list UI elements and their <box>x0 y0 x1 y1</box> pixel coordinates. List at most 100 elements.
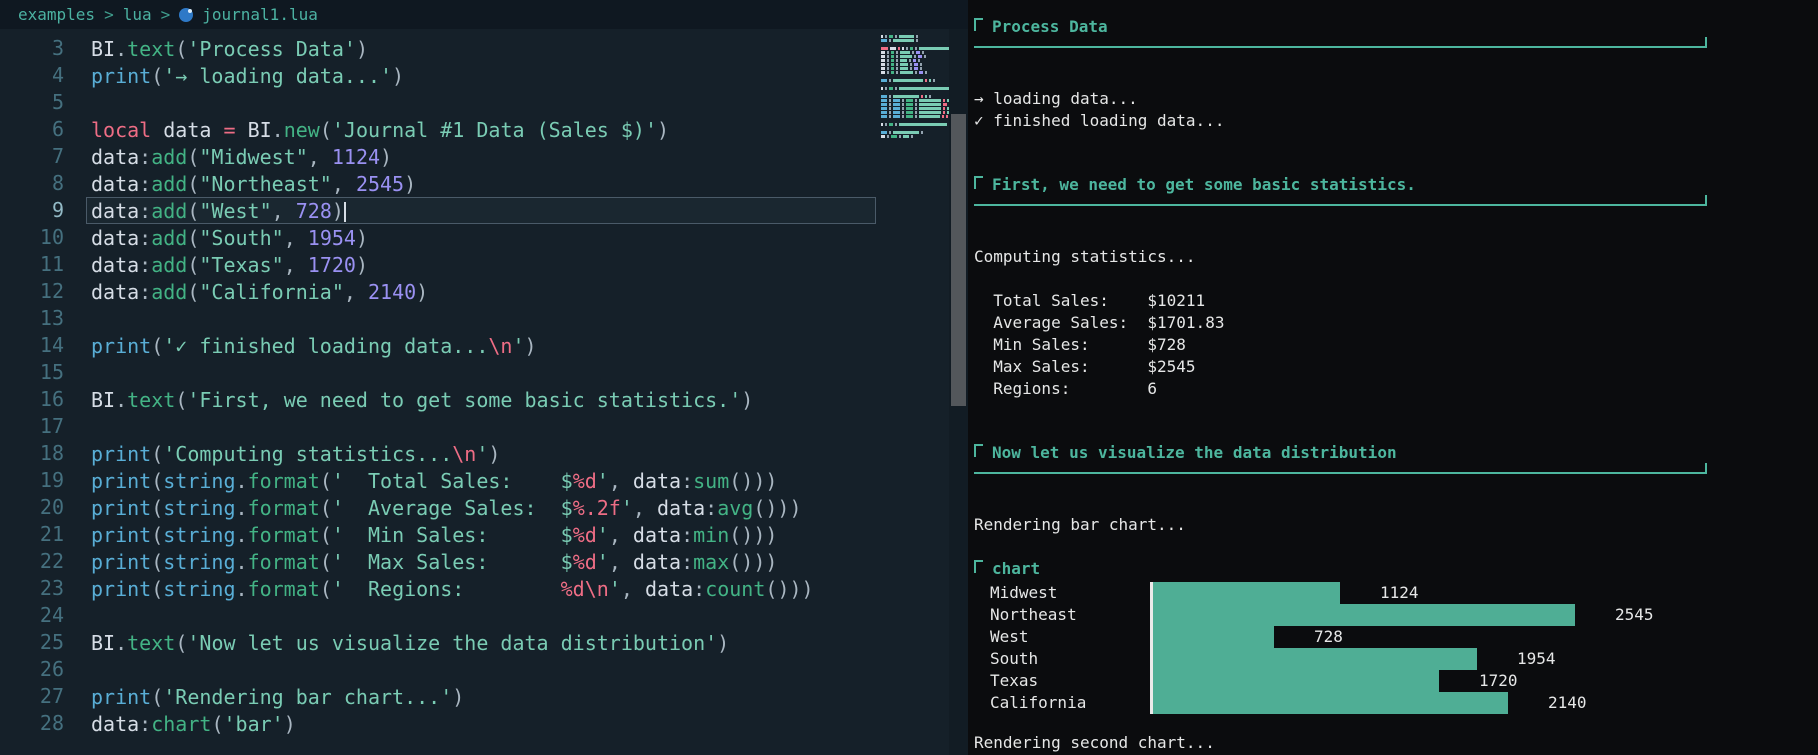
code-line[interactable]: 19 print(string.format(' Total Sales: $%d… <box>0 467 876 494</box>
code-token: ) <box>331 199 344 223</box>
code-token: data <box>91 280 140 304</box>
code-token: , <box>271 199 296 223</box>
code-line[interactable]: 6 local data = BI.new('Journal #1 Data (S… <box>0 116 876 143</box>
line-number[interactable]: 18 <box>0 440 64 467</box>
line-number[interactable]: 16 <box>0 386 64 413</box>
code-token: 'Computing statistics... <box>163 442 453 466</box>
code-token: "Texas" <box>199 253 284 277</box>
code-token: ( <box>151 577 164 601</box>
line-number[interactable]: 14 <box>0 332 64 359</box>
line-number[interactable]: 25 <box>0 629 64 656</box>
line-number[interactable]: 27 <box>0 683 64 710</box>
minimap-token <box>899 134 901 138</box>
code-line[interactable]: 21 print(string.format(' Min Sales: $%d',… <box>0 521 876 548</box>
code-token: ( <box>151 523 164 547</box>
code-line[interactable]: 25 BI.text('Now let us visualize the data… <box>0 629 876 656</box>
line-number[interactable]: 19 <box>0 467 64 494</box>
code-token: ) <box>656 118 670 142</box>
code-token: ( <box>151 685 164 709</box>
code-token: : <box>139 145 152 169</box>
scrollbar-thumb[interactable] <box>951 114 966 406</box>
code-token: format <box>247 550 320 574</box>
line-number[interactable]: 7 <box>0 143 64 170</box>
line-number[interactable]: 21 <box>0 521 64 548</box>
code-line[interactable]: 20 print(string.format(' Average Sales: $… <box>0 494 876 521</box>
line-number[interactable]: 3 <box>0 35 64 62</box>
minimap-token <box>893 94 919 98</box>
line-number[interactable]: 15 <box>0 359 64 386</box>
line-number[interactable]: 5 <box>0 89 64 116</box>
line-number[interactable]: 26 <box>0 656 64 683</box>
code-line[interactable]: 17 <box>0 413 876 440</box>
minimap-token <box>919 70 923 74</box>
line-number[interactable]: 6 <box>0 116 64 143</box>
code-token: "California" <box>199 280 344 304</box>
bar-value-label: 1954 <box>1517 649 1556 668</box>
output-line: Max Sales: $2545 <box>974 357 1196 376</box>
line-number[interactable]: 23 <box>0 575 64 602</box>
code-line[interactable]: 12 data:add("California", 2140) <box>0 278 876 305</box>
code-line[interactable]: 5 <box>0 89 876 116</box>
line-number[interactable]: 20 <box>0 494 64 521</box>
minimap-token <box>943 98 945 102</box>
minimap-token <box>902 106 904 110</box>
breadcrumb-separator: > <box>160 5 171 24</box>
breadcrumb-file[interactable]: journal1.lua <box>202 5 318 24</box>
editor-scrollbar[interactable] <box>949 29 968 755</box>
code-line[interactable]: 14 print('✓ finished loading data...\n') <box>0 332 876 359</box>
corner-mark-icon <box>974 176 983 189</box>
line-number[interactable]: 8 <box>0 170 64 197</box>
code-token: ( <box>211 712 224 736</box>
line-number[interactable]: 17 <box>0 413 64 440</box>
minimap-token <box>915 70 917 74</box>
code-line[interactable]: 15 <box>0 359 876 386</box>
code-line[interactable]: 7 data:add("Midwest", 1124) <box>0 143 876 170</box>
line-number[interactable]: 13 <box>0 305 64 332</box>
code-line[interactable]: 27 print('Rendering bar chart...') <box>0 683 876 710</box>
code-line[interactable]: 3 BI.text('Process Data') <box>0 35 876 62</box>
code-line[interactable]: 10 data:add("South", 1954) <box>0 224 876 251</box>
code-line[interactable]: 28 data:chart('bar') <box>0 710 876 737</box>
breadcrumb-item-lua[interactable]: lua <box>123 5 152 24</box>
code-token: ( <box>151 442 164 466</box>
code-line[interactable]: 26 <box>0 656 876 683</box>
code-line[interactable]: 8 data:add("Northeast", 2545) <box>0 170 876 197</box>
code-line[interactable]: 16 BI.text('First, we need to get some ba… <box>0 386 876 413</box>
minimap[interactable] <box>876 29 949 755</box>
code-line[interactable]: 24 <box>0 602 876 629</box>
code-line[interactable]: 11 data:add("Texas", 1720) <box>0 251 876 278</box>
line-number[interactable]: 12 <box>0 278 64 305</box>
minimap-token <box>921 94 923 98</box>
code-line[interactable]: 23 print(string.format(' Regions: %d\n', … <box>0 575 876 602</box>
code-token: BI <box>91 388 116 412</box>
output-text-block: Rendering second chart... <box>974 732 1818 754</box>
minimap-line <box>876 86 949 90</box>
code-line[interactable]: 4 print('→ loading data...') <box>0 62 876 89</box>
code-token: \n <box>452 442 477 466</box>
chart-row: California 2140 <box>974 692 1818 714</box>
code-line[interactable]: 22 print(string.format(' Max Sales: $%d',… <box>0 548 876 575</box>
code-text: print('→ loading data...') <box>86 62 876 89</box>
line-number[interactable]: 24 <box>0 602 64 629</box>
code-line[interactable]: 13 <box>0 305 876 332</box>
code-token: 'Process Data' <box>187 37 356 61</box>
code-token: . <box>115 37 128 61</box>
code-token: ) <box>380 145 393 169</box>
code-token: . <box>235 577 248 601</box>
code-token: "Midwest" <box>199 145 308 169</box>
code-line[interactable]: 9 data:add("West", 728) <box>0 197 876 224</box>
code-token: print <box>91 685 152 709</box>
code-editor[interactable]: 3 BI.text('Process Data') 4 print('→ loadin… <box>0 29 876 755</box>
line-number[interactable]: 22 <box>0 548 64 575</box>
line-number[interactable]: 28 <box>0 710 64 737</box>
minimap-token <box>922 50 924 54</box>
minimap-token <box>881 114 887 118</box>
breadcrumb-item-examples[interactable]: examples <box>18 5 95 24</box>
code-text: data:add("Midwest", 1124) <box>86 143 876 170</box>
line-number[interactable]: 11 <box>0 251 64 278</box>
code-line[interactable]: 18 print('Computing statistics...\n') <box>0 440 876 467</box>
line-number[interactable]: 9 <box>0 197 64 224</box>
line-number[interactable]: 4 <box>0 62 64 89</box>
line-number[interactable]: 10 <box>0 224 64 251</box>
